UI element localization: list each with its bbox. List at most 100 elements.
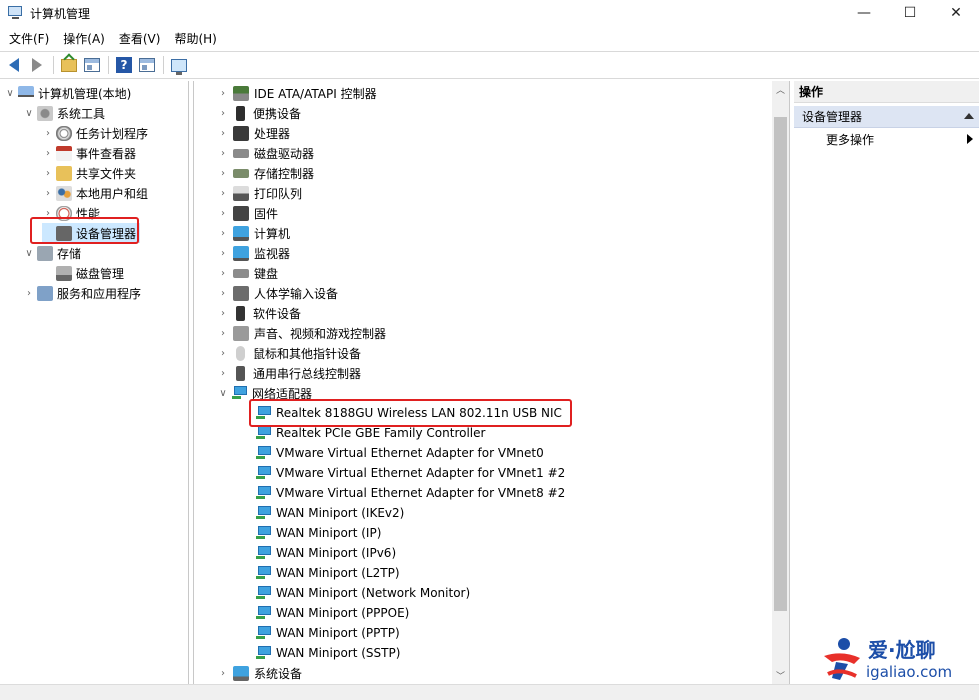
computer-manage-icon: [18, 85, 34, 101]
hid-icon: [233, 285, 249, 301]
chevron-right-icon[interactable]: ›: [23, 288, 35, 299]
show-action-pane-button[interactable]: [136, 55, 158, 75]
window-controls: — ☐ ✕: [841, 0, 979, 26]
maximize-button[interactable]: ☐: [887, 0, 933, 26]
chevron-down-icon[interactable]: ∨: [23, 248, 35, 259]
menu-help[interactable]: 帮助(H): [167, 28, 223, 50]
scan-hardware-button[interactable]: [168, 55, 190, 75]
device-category[interactable]: › 存储控制器: [216, 163, 314, 183]
network-adapter-icon: [256, 486, 272, 500]
highlight-device-manager: [30, 217, 139, 244]
chevron-right-icon[interactable]: ›: [216, 368, 230, 379]
device-category[interactable]: › 鼠标和其他指针设备: [216, 343, 361, 363]
collapse-up-icon: [964, 113, 974, 119]
tree-item-1[interactable]: ∨ 系统工具: [23, 103, 105, 123]
software-device-icon: [236, 305, 245, 321]
device-category[interactable]: › 人体学输入设备: [216, 283, 338, 303]
device-tree-pane[interactable]: › IDE ATA/ATAPI 控制器 › 便携设备 › 处理器 › 磁盘驱动器 › 存储控制器 ›…: [193, 81, 790, 684]
network-adapter-item[interactable]: VMware Virtual Ethernet Adapter for VMne…: [254, 463, 565, 483]
console-tree[interactable]: ∨ 计算机管理(本地) ∨ 系统工具 › 任务计划程序 › 事件查看器 › 共享文件夹 › 本地用户和…: [0, 81, 189, 684]
menu-file[interactable]: 文件(F): [2, 28, 56, 50]
device-category[interactable]: › 键盘: [216, 263, 278, 283]
forward-button[interactable]: [26, 55, 48, 75]
chevron-right-icon[interactable]: ›: [216, 268, 230, 279]
menu-view[interactable]: 查看(V): [112, 28, 168, 50]
actions-section-device-manager[interactable]: 设备管理器: [794, 106, 979, 128]
network-adapter-icon: [256, 566, 272, 580]
network-adapter-item[interactable]: WAN Miniport (IP): [254, 523, 381, 543]
chevron-down-icon[interactable]: ∨: [216, 388, 230, 399]
network-adapter-item[interactable]: WAN Miniport (PPPOE): [254, 603, 409, 623]
show-hide-tree-button[interactable]: [81, 55, 103, 75]
device-category-label: 通用串行总线控制器: [253, 366, 362, 381]
tree-item-0[interactable]: ∨ 计算机管理(本地): [4, 83, 131, 103]
minimize-button[interactable]: —: [841, 0, 887, 26]
device-category[interactable]: › 系统设备: [216, 663, 302, 683]
network-adapter-item[interactable]: WAN Miniport (Network Monitor): [254, 583, 470, 603]
tree-item-label: 计算机管理(本地): [38, 86, 132, 101]
chevron-right-icon[interactable]: ›: [42, 148, 54, 159]
device-category[interactable]: › 声音、视频和游戏控制器: [216, 323, 386, 343]
close-button[interactable]: ✕: [933, 0, 979, 26]
chevron-right-icon[interactable]: ›: [216, 148, 230, 159]
help-button[interactable]: ?: [113, 55, 135, 75]
chevron-right-icon[interactable]: ›: [216, 308, 230, 319]
chevron-right-icon[interactable]: ›: [42, 128, 54, 139]
device-category[interactable]: › 处理器: [216, 123, 290, 143]
device-category[interactable]: › 固件: [216, 203, 278, 223]
chevron-right-icon[interactable]: ›: [216, 668, 230, 679]
tree-item-2[interactable]: › 任务计划程序: [42, 123, 148, 143]
device-category[interactable]: › 便携设备: [216, 103, 301, 123]
back-button[interactable]: [3, 55, 25, 75]
network-adapter-item[interactable]: VMware Virtual Ethernet Adapter for VMne…: [254, 483, 565, 503]
chevron-right-icon[interactable]: ›: [216, 188, 230, 199]
chevron-down-icon[interactable]: ∨: [23, 108, 35, 119]
device-category[interactable]: › 磁盘驱动器: [216, 143, 314, 163]
chevron-down-icon[interactable]: ∨: [4, 88, 16, 99]
chevron-right-icon[interactable]: ›: [216, 328, 230, 339]
up-level-button[interactable]: [58, 55, 80, 75]
network-adapter-item[interactable]: WAN Miniport (PPTP): [254, 623, 400, 643]
chevron-right-icon[interactable]: ›: [216, 168, 230, 179]
scroll-up-icon[interactable]: ︿: [772, 81, 789, 98]
tree-item-8[interactable]: ∨ 存储: [23, 243, 81, 263]
more-actions-item[interactable]: 更多操作: [794, 128, 979, 150]
tree-item-5[interactable]: › 本地用户和组: [42, 183, 148, 203]
toolbar-separator: [108, 56, 109, 74]
device-category[interactable]: › IDE ATA/ATAPI 控制器: [216, 83, 377, 103]
network-adapter-item[interactable]: WAN Miniport (L2TP): [254, 563, 400, 583]
chevron-right-icon[interactable]: ›: [216, 108, 230, 119]
device-category[interactable]: › 软件设备: [216, 303, 301, 323]
device-category[interactable]: › 通用串行总线控制器: [216, 363, 361, 383]
chevron-right-icon[interactable]: ›: [216, 348, 230, 359]
network-adapter-item[interactable]: WAN Miniport (SSTP): [254, 643, 400, 663]
chevron-right-icon[interactable]: ›: [42, 188, 54, 199]
network-adapter-item[interactable]: WAN Miniport (IPv6): [254, 543, 396, 563]
network-adapter-label: WAN Miniport (IKEv2): [276, 506, 405, 520]
device-category[interactable]: › 打印队列: [216, 183, 302, 203]
menu-action[interactable]: 操作(A): [56, 28, 112, 50]
network-adapter-icon: [256, 546, 272, 560]
network-adapter-item[interactable]: WAN Miniport (IKEv2): [254, 503, 404, 523]
chevron-right-icon[interactable]: ›: [216, 248, 230, 259]
tree-item-4[interactable]: › 共享文件夹: [42, 163, 136, 183]
vertical-scrollbar[interactable]: ︿ ﹀: [772, 81, 789, 684]
chevron-right-icon[interactable]: ›: [216, 228, 230, 239]
device-category[interactable]: › 监视器: [216, 243, 290, 263]
scrollbar-thumb[interactable]: [774, 117, 787, 611]
portable-device-icon: [236, 105, 245, 121]
scroll-down-icon[interactable]: ﹀: [772, 667, 789, 684]
actions-section-label: 设备管理器: [802, 110, 863, 124]
tree-item-9[interactable]: 磁盘管理: [42, 263, 124, 283]
network-adapter-item[interactable]: VMware Virtual Ethernet Adapter for VMne…: [254, 443, 544, 463]
chevron-right-icon[interactable]: ›: [216, 208, 230, 219]
chevron-right-icon[interactable]: ›: [216, 128, 230, 139]
device-category[interactable]: › 计算机: [216, 223, 290, 243]
tree-item-label: 磁盘管理: [76, 266, 125, 281]
disk-icon: [56, 265, 72, 281]
tree-item-10[interactable]: › 服务和应用程序: [23, 283, 141, 303]
chevron-right-icon[interactable]: ›: [42, 168, 54, 179]
tree-item-3[interactable]: › 事件查看器: [42, 143, 136, 163]
chevron-right-icon[interactable]: ›: [216, 288, 230, 299]
chevron-right-icon[interactable]: ›: [216, 88, 230, 99]
